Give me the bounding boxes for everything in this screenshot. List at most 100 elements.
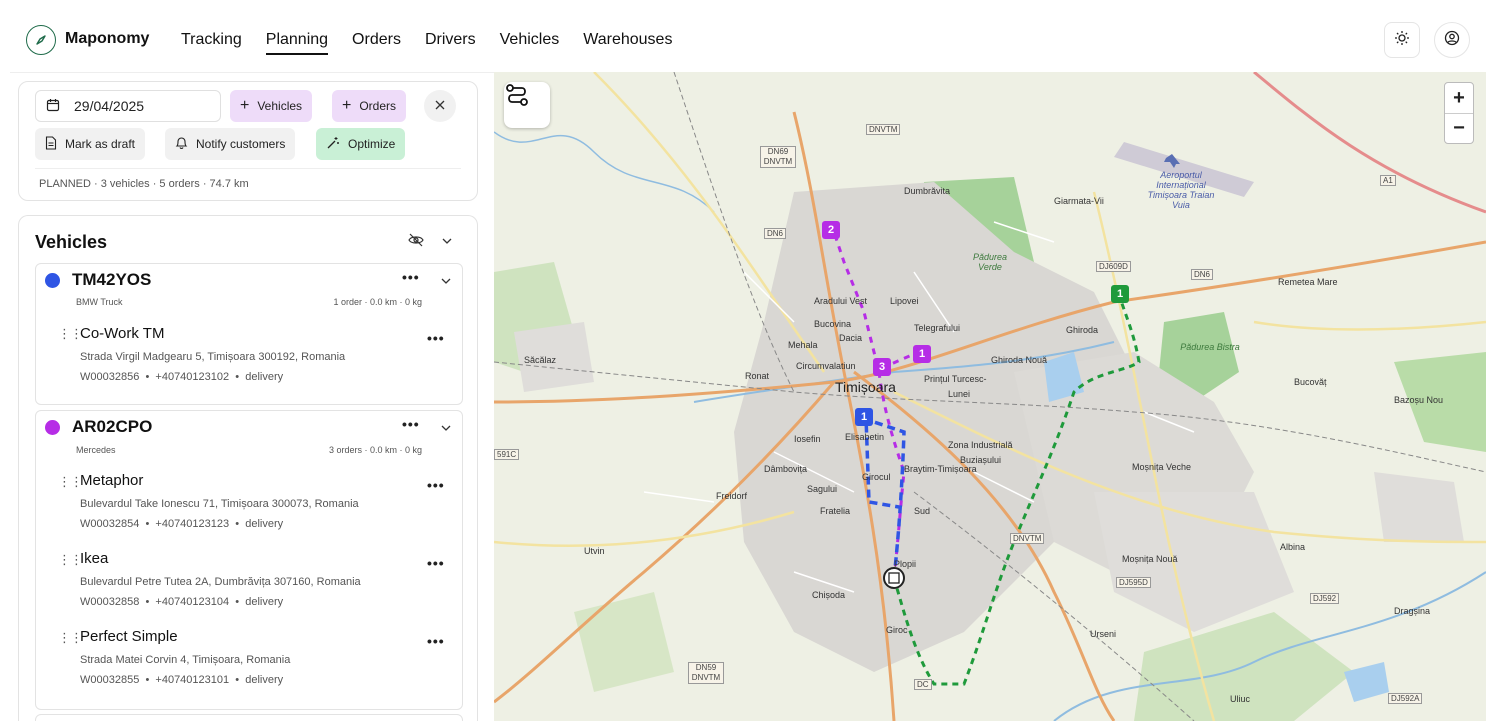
stop-pin[interactable]: 3 bbox=[873, 358, 891, 376]
road-tag: DJ592 bbox=[1310, 593, 1340, 604]
stop-pin[interactable]: 2 bbox=[822, 221, 840, 239]
place-label: Dâmbovița bbox=[764, 464, 808, 474]
place-label: Ghiroda bbox=[1066, 325, 1099, 335]
map-canvas bbox=[494, 72, 1486, 721]
stop-kind: delivery bbox=[245, 371, 284, 383]
road-tag: DC bbox=[914, 679, 932, 690]
vehicle-meta: 1 order · 0.0 km · 0 kg bbox=[333, 297, 422, 307]
place-label: Sud bbox=[914, 506, 931, 516]
mark-draft-button[interactable]: Mark as draft bbox=[35, 128, 146, 160]
date-value: 29/04/2025 bbox=[74, 98, 145, 114]
place-label: Lunei bbox=[948, 389, 971, 399]
nav-tracking[interactable]: Tracking bbox=[181, 30, 242, 55]
nav-drivers[interactable]: Drivers bbox=[425, 30, 476, 55]
vehicle-plate: TM42YOS bbox=[72, 270, 152, 289]
road-tag: DJ595D bbox=[1116, 577, 1151, 588]
place-label: Circumvalatiun bbox=[796, 361, 856, 371]
road-tag: DN59 DNVTM bbox=[688, 662, 724, 684]
zoom-out-button[interactable]: − bbox=[1445, 113, 1473, 143]
notify-customers-button[interactable]: Notify customers bbox=[165, 128, 296, 160]
place-label: Albina bbox=[1280, 542, 1306, 552]
close-icon bbox=[435, 99, 445, 113]
stop-address: Bulevardul Take Ionescu 71, Timișoara 30… bbox=[80, 498, 359, 510]
stop-pin[interactable]: 1 bbox=[913, 345, 931, 363]
main-nav: Tracking Planning Orders Drivers Vehicle… bbox=[181, 30, 696, 55]
road-tag: DN6 bbox=[1191, 269, 1214, 280]
nav-orders[interactable]: Orders bbox=[352, 30, 401, 55]
road-tag: DJ592A bbox=[1388, 693, 1423, 704]
stop-kind: delivery bbox=[245, 596, 284, 608]
document-icon bbox=[45, 135, 57, 153]
order-id: W00032856 bbox=[80, 371, 140, 383]
chevron-down-icon[interactable] bbox=[441, 234, 453, 252]
stop-more-menu[interactable]: ••• bbox=[427, 330, 445, 346]
place-label: Urseni bbox=[1090, 629, 1117, 639]
stop-more-menu[interactable]: ••• bbox=[427, 633, 445, 649]
place-label: Lipovei bbox=[890, 296, 919, 306]
order-id: W00032855 bbox=[80, 674, 140, 686]
sun-icon bbox=[1394, 30, 1410, 51]
phone: +40740123104 bbox=[155, 596, 230, 608]
place-label: Dumbrăvita bbox=[904, 186, 951, 196]
nav-vehicles[interactable]: Vehicles bbox=[500, 30, 560, 55]
place-label: Prințul Turcesc- bbox=[924, 374, 987, 384]
zoom-in-button[interactable]: + bbox=[1445, 83, 1473, 113]
vehicle-more-menu[interactable]: ••• bbox=[402, 269, 420, 285]
add-vehicles-label: Vehicles bbox=[257, 99, 303, 113]
phone: +40740123101 bbox=[155, 674, 230, 686]
date-picker[interactable]: 29/04/2025 bbox=[35, 90, 221, 122]
notify-customers-label: Notify customers bbox=[196, 137, 286, 151]
drag-handle-icon[interactable]: ⋮⋮ bbox=[58, 552, 83, 568]
place-label: Ghiroda Nouă bbox=[991, 355, 1048, 365]
app-name[interactable]: Maponomy bbox=[65, 30, 149, 48]
place-label: Sagului bbox=[807, 484, 838, 494]
place-label: Plopii bbox=[894, 559, 917, 569]
drag-handle-icon[interactable]: ⋮⋮ bbox=[58, 326, 83, 342]
stop-more-menu[interactable]: ••• bbox=[427, 555, 445, 571]
chevron-down-icon[interactable] bbox=[440, 421, 452, 433]
vehicle-card[interactable]: AR02CPO Mercedes 3 orders · 0.0 km · 0 k… bbox=[35, 410, 463, 710]
optimize-button[interactable]: Optimize bbox=[316, 128, 406, 160]
stop-name: Ikea bbox=[80, 550, 109, 567]
nav-warehouses[interactable]: Warehouses bbox=[583, 30, 672, 55]
vehicle-card[interactable]: TM42YOS BMW Truck 1 order · 0.0 km · 0 k… bbox=[35, 263, 463, 405]
plan-toolbar-card: 29/04/2025 + Vehicles + Orders Mark as d… bbox=[18, 81, 478, 201]
theme-toggle-button[interactable] bbox=[1384, 22, 1420, 58]
road-tag: DJ609D bbox=[1096, 261, 1131, 272]
plan-summary: PLANNED · 3 vehicles · 5 orders · 74.7 k… bbox=[39, 178, 249, 190]
place-label: Elisabetin bbox=[845, 432, 885, 442]
vehicle-plate: AR02CPO bbox=[72, 417, 153, 436]
vehicle-card[interactable] bbox=[35, 714, 463, 721]
route-map[interactable]: 2 3 1 1 1 Dumbrăvita Giarmata-Vii Aradul… bbox=[494, 72, 1486, 721]
drag-handle-icon[interactable]: ⋮⋮ bbox=[58, 474, 83, 490]
planning-sidebar: 29/04/2025 + Vehicles + Orders Mark as d… bbox=[10, 72, 494, 721]
stop-kind: delivery bbox=[245, 518, 284, 530]
vehicle-type: BMW Truck bbox=[76, 297, 123, 307]
vehicle-color-dot bbox=[45, 420, 60, 435]
place-label: Remetea Mare bbox=[1278, 277, 1338, 287]
phone: +40740123123 bbox=[155, 518, 230, 530]
hide-eye-icon[interactable] bbox=[408, 233, 424, 252]
place-label: Fratelia bbox=[820, 506, 851, 516]
place-label: Moșnița Veche bbox=[1132, 462, 1192, 472]
stop-pin[interactable]: 1 bbox=[1111, 285, 1129, 303]
route-toggle-button[interactable] bbox=[504, 82, 550, 128]
close-plan-button[interactable] bbox=[424, 90, 456, 122]
stop-more-menu[interactable]: ••• bbox=[427, 477, 445, 493]
compass-logo-icon[interactable] bbox=[26, 25, 56, 55]
vehicles-card: Vehicles TM42YOS BMW Truck 1 order · 0.0… bbox=[18, 215, 478, 721]
add-vehicles-button[interactable]: + Vehicles bbox=[230, 90, 313, 122]
account-button[interactable] bbox=[1434, 22, 1470, 58]
warehouse-marker bbox=[883, 567, 905, 589]
road-tag: DNVTM bbox=[866, 124, 901, 135]
place-label: Iosefin bbox=[794, 434, 821, 444]
nav-planning[interactable]: Planning bbox=[265, 30, 329, 55]
place-label: Girocul bbox=[862, 472, 891, 482]
drag-handle-icon[interactable]: ⋮⋮ bbox=[58, 630, 83, 646]
vehicle-more-menu[interactable]: ••• bbox=[402, 416, 420, 432]
chevron-down-icon[interactable] bbox=[440, 274, 452, 286]
stop-pin[interactable]: 1 bbox=[855, 408, 873, 426]
add-orders-button[interactable]: + Orders bbox=[332, 90, 407, 122]
stop-address: Strada Matei Corvin 4, Timișoara, Romani… bbox=[80, 654, 291, 666]
place-label: Bazoșu Nou bbox=[1394, 395, 1444, 405]
